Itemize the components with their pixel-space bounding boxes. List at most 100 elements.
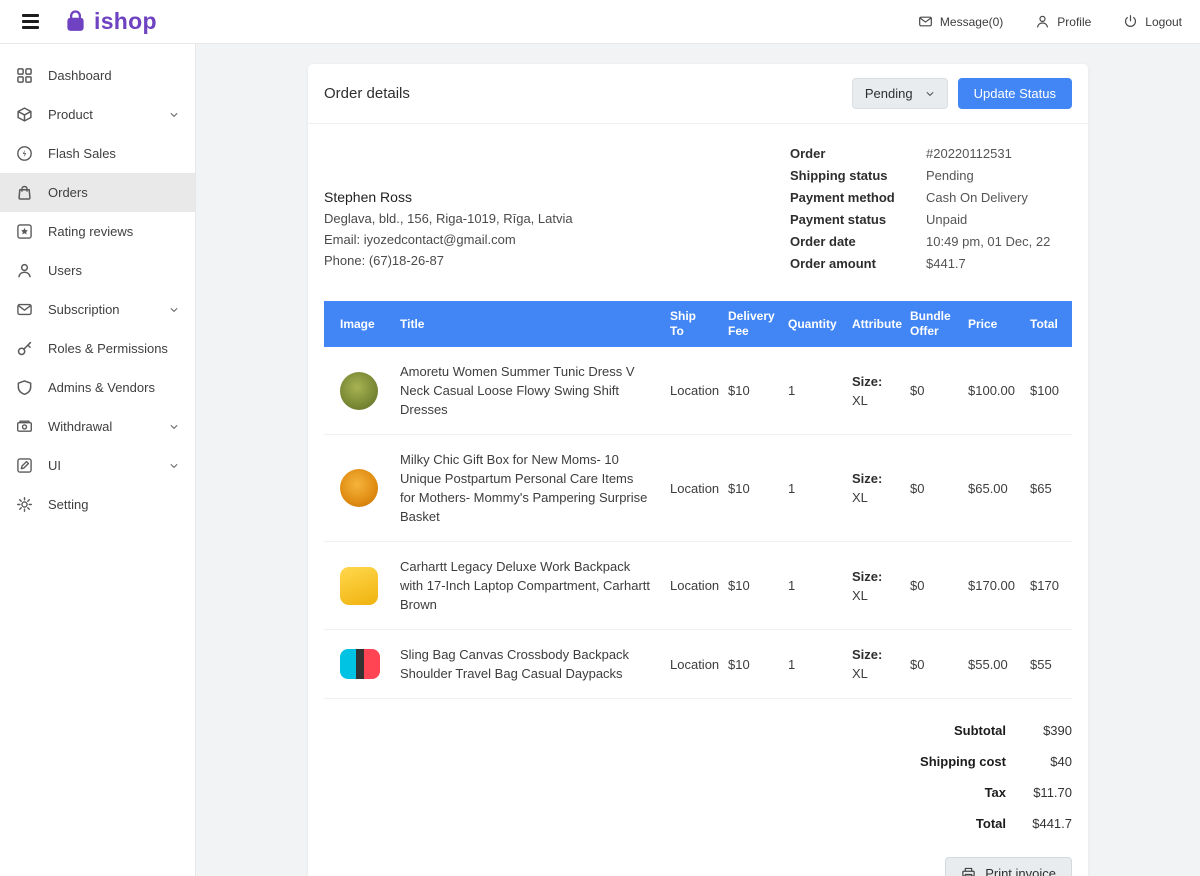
shield-icon: [16, 379, 33, 396]
sidebar-item-roles-permissions[interactable]: Roles & Permissions: [0, 329, 195, 368]
sidebar-item-setting[interactable]: Setting: [0, 485, 195, 524]
order-info-label: Order amount: [790, 256, 908, 271]
sidebar-item-dashboard[interactable]: Dashboard: [0, 56, 195, 95]
item-price: $100.00: [958, 347, 1020, 435]
status-dropdown-value: Pending: [865, 86, 913, 101]
logout-button[interactable]: Logout: [1123, 14, 1182, 29]
table-row: Sling Bag Canvas Crossbody Backpack Shou…: [324, 630, 1072, 699]
sidebar-item-label: Product: [48, 107, 93, 122]
item-attribute: Size: XL: [842, 347, 900, 435]
table-header-delivery-fee: Delivery Fee: [718, 301, 778, 347]
logout-label: Logout: [1145, 15, 1182, 29]
table-header-bundle-offer: Bundle Offer: [900, 301, 958, 347]
person-icon: [1035, 14, 1050, 29]
item-quantity: 1: [778, 542, 842, 630]
table-header-row: Image Title Ship To Delivery Fee Quantit…: [324, 301, 1072, 347]
table-row: Amoretu Women Summer Tunic Dress V Neck …: [324, 347, 1072, 435]
order-info-value: Cash On Delivery: [926, 190, 1072, 205]
chevron-down-icon: [169, 305, 179, 315]
printer-icon: [961, 866, 976, 876]
sidebar-item-users[interactable]: Users: [0, 251, 195, 290]
item-total: $100: [1020, 347, 1072, 435]
sidebar-item-label: Rating reviews: [48, 224, 133, 239]
sidebar-item-rating-reviews[interactable]: Rating reviews: [0, 212, 195, 251]
messages-button[interactable]: Message(0): [918, 14, 1003, 29]
item-delivery-fee: $10: [718, 542, 778, 630]
item-attribute: Size: XL: [842, 630, 900, 699]
item-bundle-offer: $0: [900, 542, 958, 630]
table-header-price: Price: [958, 301, 1020, 347]
hamburger-menu-icon[interactable]: [18, 10, 43, 32]
sidebar-item-withdrawal[interactable]: Withdrawal: [0, 407, 195, 446]
customer-name: Stephen Ross: [324, 187, 573, 208]
summary-value: $11.70: [1006, 785, 1072, 800]
gear-icon: [16, 496, 33, 513]
product-image: [340, 567, 378, 605]
item-delivery-fee: $10: [718, 630, 778, 699]
item-total: $170: [1020, 542, 1072, 630]
sidebar-item-orders[interactable]: Orders: [0, 173, 195, 212]
sidebar-item-label: UI: [48, 458, 61, 473]
summary-tax-row: Tax $11.70: [324, 777, 1072, 808]
order-info-value: $441.7: [926, 256, 1072, 271]
envelope-icon: [918, 14, 933, 29]
cash-icon: [16, 418, 33, 435]
table-row: Carhartt Legacy Deluxe Work Backpack wit…: [324, 542, 1072, 630]
sidebar-item-subscription[interactable]: Subscription: [0, 290, 195, 329]
item-total: $55: [1020, 630, 1072, 699]
power-icon: [1123, 14, 1138, 29]
sidebar-item-flash-sales[interactable]: Flash Sales: [0, 134, 195, 173]
item-bundle-offer: $0: [900, 435, 958, 542]
item-price: $170.00: [958, 542, 1020, 630]
shopping-bag-icon: [16, 184, 33, 201]
order-meta-block: Order #20220112531 Shipping status Pendi…: [790, 146, 1072, 271]
messages-label: Message(0): [940, 15, 1003, 29]
order-info-section: Stephen Ross Deglava, bld., 156, Riga-10…: [324, 136, 1072, 295]
top-nav: Message(0) Profile Logout: [918, 14, 1182, 29]
main-content: Order details Pending Update Status Step…: [196, 44, 1200, 876]
item-title: Sling Bag Canvas Crossbody Backpack Shou…: [390, 630, 660, 699]
item-price: $65.00: [958, 435, 1020, 542]
shopping-bag-logo-icon: [63, 9, 88, 34]
item-attribute: Size: XL: [842, 435, 900, 542]
dashboard-grid-icon: [16, 67, 33, 84]
sidebar-item-admins-vendors[interactable]: Admins & Vendors: [0, 368, 195, 407]
order-items-table: Image Title Ship To Delivery Fee Quantit…: [324, 301, 1072, 699]
item-quantity: 1: [778, 347, 842, 435]
summary-shipping-row: Shipping cost $40: [324, 746, 1072, 777]
key-icon: [16, 340, 33, 357]
sidebar-item-label: Setting: [48, 497, 88, 512]
item-quantity: 1: [778, 630, 842, 699]
sidebar-item-product[interactable]: Product: [0, 95, 195, 134]
sidebar-item-label: Subscription: [48, 302, 120, 317]
summary-label: Total: [976, 816, 1006, 831]
table-header-attribute: Attribute: [842, 301, 900, 347]
envelope-icon: [16, 301, 33, 318]
product-image: [340, 372, 378, 410]
customer-block: Stephen Ross Deglava, bld., 156, Riga-10…: [324, 187, 573, 271]
card-header: Order details Pending Update Status: [308, 64, 1088, 124]
profile-button[interactable]: Profile: [1035, 14, 1091, 29]
item-title: Amoretu Women Summer Tunic Dress V Neck …: [390, 347, 660, 435]
sidebar-item-label: Orders: [48, 185, 88, 200]
table-header-total: Total: [1020, 301, 1072, 347]
summary-value: $40: [1006, 754, 1072, 769]
status-dropdown[interactable]: Pending: [852, 78, 948, 109]
sidebar: Dashboard Product Flash Sales Orders: [0, 44, 196, 876]
update-status-button[interactable]: Update Status: [958, 78, 1072, 109]
print-invoice-button[interactable]: Print invoice: [945, 857, 1072, 876]
table-header-image: Image: [324, 301, 390, 347]
table-header-ship-to: Ship To: [660, 301, 718, 347]
sidebar-item-ui[interactable]: UI: [0, 446, 195, 485]
order-info-label: Order: [790, 146, 908, 161]
sidebar-item-label: Admins & Vendors: [48, 380, 155, 395]
order-info-value: 10:49 pm, 01 Dec, 22: [926, 234, 1072, 249]
box-icon: [16, 106, 33, 123]
app-logo[interactable]: ishop: [63, 8, 157, 35]
table-header-quantity: Quantity: [778, 301, 842, 347]
item-quantity: 1: [778, 435, 842, 542]
order-info-value: #20220112531: [926, 146, 1072, 161]
pencil-square-icon: [16, 457, 33, 474]
item-ship-to: Location: [660, 347, 718, 435]
item-ship-to: Location: [660, 435, 718, 542]
